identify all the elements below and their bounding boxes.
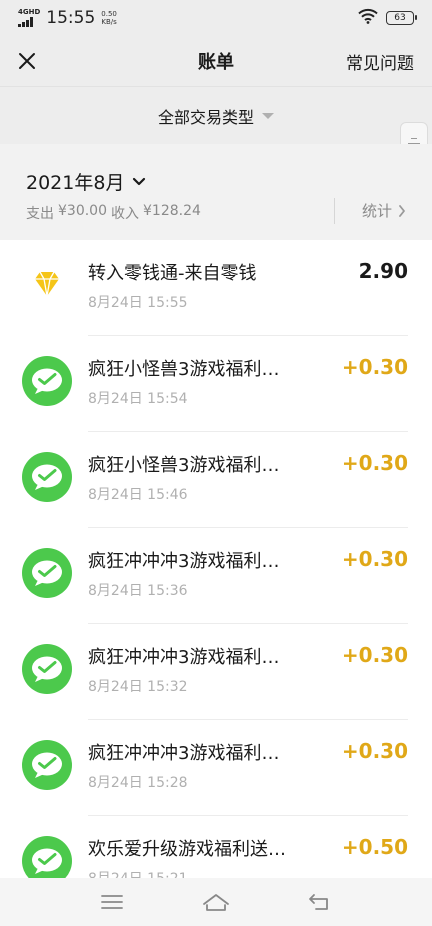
transaction-row[interactable]: 疯狂冲冲冲3游戏福利… 8月24日 15:28 +0.30 xyxy=(0,720,432,816)
wechat-pay-icon xyxy=(22,836,72,878)
transaction-time: 8月24日 15:28 xyxy=(88,775,188,791)
wechat-pay-icon xyxy=(22,644,72,694)
transaction-time: 8月24日 15:55 xyxy=(88,295,188,311)
transaction-time: 8月24日 15:54 xyxy=(88,391,188,407)
transaction-row[interactable]: 疯狂小怪兽3游戏福利… 8月24日 15:54 +0.30 xyxy=(0,336,432,432)
month-label: 2021年8月 xyxy=(26,172,125,194)
network-speed-unit: KB/s xyxy=(101,18,117,26)
month-summary: 2021年8月 支出 ¥30.00 收入 ¥128.24 统计 xyxy=(0,144,432,240)
diamond-icon xyxy=(22,260,72,310)
wechat-pay-icon xyxy=(22,548,72,598)
chevron-right-icon xyxy=(399,204,405,217)
transaction-row[interactable]: 疯狂冲冲冲3游戏福利… 8月24日 15:32 +0.30 xyxy=(0,624,432,720)
transaction-title: 疯狂冲冲冲3游戏福利… xyxy=(88,551,280,572)
faq-link[interactable]: 常见问题 xyxy=(346,49,414,74)
clock: 15:55 xyxy=(46,8,96,28)
transaction-row[interactable]: 疯狂小怪兽3游戏福利… 8月24日 15:46 +0.30 xyxy=(0,432,432,528)
filter-label: 全部交易类型 xyxy=(157,107,254,127)
expense-value: ¥30.00 xyxy=(58,203,107,219)
home-icon xyxy=(203,894,229,911)
summary-divider xyxy=(334,198,335,224)
signal-bars-icon xyxy=(18,17,33,27)
back-icon xyxy=(309,894,328,910)
transaction-row[interactable]: 欢乐爱升级游戏福利送… 8月24日 15:21 +0.50 xyxy=(0,816,432,878)
wifi-icon xyxy=(358,8,378,28)
stats-button[interactable]: 统计 xyxy=(362,200,406,221)
caret-down-icon xyxy=(262,112,274,119)
stats-label: 统计 xyxy=(362,202,393,220)
transaction-time: 8月24日 15:36 xyxy=(88,583,188,599)
network-speed: 0.50 KB/s xyxy=(101,10,117,26)
transaction-time: 8月24日 15:46 xyxy=(88,487,188,503)
transaction-title: 欢乐爱升级游戏福利送… xyxy=(88,839,286,860)
transaction-title: 疯狂冲冲冲3游戏福利… xyxy=(88,647,280,668)
close-icon xyxy=(19,53,35,69)
close-button[interactable] xyxy=(8,42,46,80)
filter-bar: 全部交易类型 xyxy=(0,86,432,144)
network-type: 4GHD xyxy=(18,8,41,16)
transaction-amount: +0.30 xyxy=(341,355,408,379)
transaction-row[interactable]: 转入零钱通-来自零钱 8月24日 15:55 2.90 xyxy=(0,240,432,336)
transaction-type-filter[interactable]: 全部交易类型 xyxy=(158,104,274,128)
month-totals: 支出 ¥30.00 收入 ¥128.24 xyxy=(26,203,201,223)
expense-label: 支出 xyxy=(26,206,54,222)
menu-icon xyxy=(101,895,123,909)
chevron-down-icon xyxy=(133,177,146,185)
transaction-time: 8月24日 15:21 xyxy=(88,868,188,878)
home-button[interactable] xyxy=(194,882,238,922)
transaction-list: 转入零钱通-来自零钱 8月24日 15:55 2.90 疯狂小怪兽3游戏福利… 8月24… xyxy=(0,240,432,878)
battery-level: 63 xyxy=(394,13,406,23)
transaction-row[interactable]: 疯狂冲冲冲3游戏福利… 8月24日 15:36 +0.30 xyxy=(0,528,432,624)
transaction-title: 疯狂小怪兽3游戏福利… xyxy=(88,455,280,476)
income-value: ¥128.24 xyxy=(143,203,201,219)
month-selector[interactable]: 2021年8月 xyxy=(26,168,146,195)
signal-indicator: 4GHD xyxy=(18,9,40,27)
network-speed-value: 0.50 xyxy=(101,10,117,18)
transaction-title: 疯狂小怪兽3游戏福利… xyxy=(88,359,280,380)
nav-bar: 账单 常见问题 xyxy=(0,36,432,86)
status-bar: 4GHD 15:55 0.50 KB/s 63 xyxy=(0,0,432,36)
income-label: 收入 xyxy=(111,206,139,222)
system-nav-bar xyxy=(0,878,432,926)
transaction-amount: +0.30 xyxy=(341,547,408,571)
transaction-amount: +0.30 xyxy=(341,451,408,475)
menu-button[interactable] xyxy=(90,882,134,922)
battery-icon: 63 xyxy=(386,11,417,25)
transaction-amount: +0.50 xyxy=(341,835,408,859)
transaction-title: 疯狂冲冲冲3游戏福利… xyxy=(88,743,280,764)
transaction-amount: +0.30 xyxy=(341,643,408,667)
wechat-pay-icon xyxy=(22,452,72,502)
transaction-title: 转入零钱通-来自零钱 xyxy=(88,263,257,284)
transaction-amount: +0.30 xyxy=(341,739,408,763)
transaction-amount: 2.90 xyxy=(358,259,408,283)
transaction-time: 8月24日 15:32 xyxy=(88,679,188,695)
wechat-pay-icon xyxy=(22,356,72,406)
wechat-pay-icon xyxy=(22,740,72,790)
back-button[interactable] xyxy=(298,882,342,922)
